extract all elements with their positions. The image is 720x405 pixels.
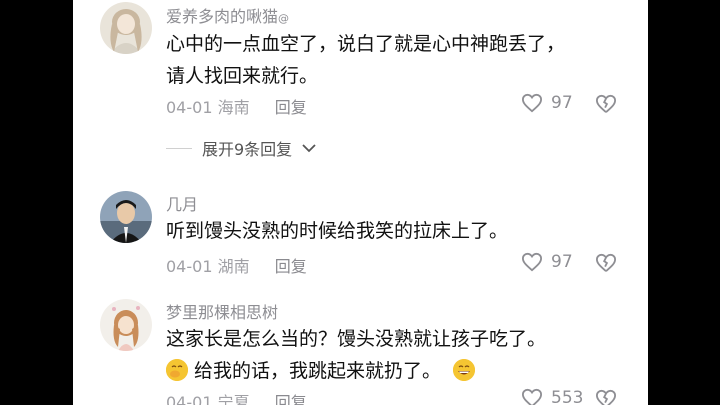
like-button[interactable]: 97 — [521, 93, 573, 113]
like-count: 97 — [551, 252, 573, 272]
comment-line: 请人找回来就行。 — [166, 65, 319, 87]
comment-text: 这家长是怎么当的？馒头没熟就让孩子吃了。 给我的话，我跳起来就扔了。 — [166, 323, 546, 387]
username[interactable]: 梦里那棵相思树 — [166, 299, 278, 323]
comment-line: 心中的一点血空了，说白了就是心中神跑丢了， — [166, 33, 566, 55]
badge: @ — [278, 12, 290, 25]
heart-outline-icon — [521, 388, 543, 405]
comment-text: 听到馒头没熟的时候给我笑的拉床上了。 — [166, 215, 508, 247]
broken-heart-icon — [595, 253, 617, 272]
avatar[interactable] — [100, 191, 152, 243]
comment-meta: 04-01 海南 回复 — [166, 94, 307, 118]
hand-over-mouth-emoji — [166, 359, 188, 381]
expand-replies-label: 展开9条回复 — [202, 140, 293, 159]
avatar[interactable] — [100, 299, 152, 351]
heart-outline-icon — [521, 93, 543, 113]
like-button[interactable]: 553 — [521, 388, 583, 405]
like-button[interactable]: 97 — [521, 252, 573, 272]
divider-line — [166, 147, 192, 149]
comment-location: 湖南 — [217, 257, 250, 276]
reply-button[interactable]: 回复 — [275, 257, 307, 276]
comment-meta: 04-01 湖南 回复 — [166, 253, 307, 277]
comment-panel: 爱养多肉的啾猫@ 心中的一点血空了，说白了就是心中神跑丢了， 请人找回来就行。 … — [73, 0, 648, 405]
username[interactable]: 几月 — [166, 191, 198, 215]
like-count: 97 — [551, 93, 573, 113]
comment-date: 04-01 — [166, 257, 213, 276]
comment-location: 海南 — [217, 98, 250, 117]
comment-location: 宁夏 — [217, 393, 250, 405]
reply-button[interactable]: 回复 — [275, 393, 307, 405]
comment-meta: 04-01 宁夏 回复 — [166, 389, 307, 405]
username[interactable]: 爱养多肉的啾猫@ — [166, 3, 289, 27]
dislike-button[interactable] — [595, 94, 617, 118]
expand-replies-button[interactable]: 展开9条回复 — [166, 136, 316, 160]
broken-heart-icon — [595, 389, 617, 405]
comment-date: 04-01 — [166, 98, 213, 117]
dislike-button[interactable] — [595, 253, 617, 277]
comment-line: 给我的话，我跳起来就扔了。 — [166, 355, 546, 387]
reply-button[interactable]: 回复 — [275, 98, 307, 117]
grinning-emoji — [453, 359, 476, 381]
like-count: 553 — [551, 388, 584, 405]
avatar[interactable] — [100, 2, 152, 54]
comment-text: 心中的一点血空了，说白了就是心中神跑丢了， 请人找回来就行。 — [166, 28, 565, 92]
dislike-button[interactable] — [595, 389, 617, 405]
broken-heart-icon — [595, 94, 617, 113]
chevron-down-icon — [302, 144, 316, 153]
comment-line: 这家长是怎么当的？馒头没熟就让孩子吃了。 — [166, 328, 547, 350]
comment-date: 04-01 — [166, 393, 213, 405]
comment-line: 听到馒头没熟的时候给我笑的拉床上了。 — [166, 220, 509, 242]
heart-outline-icon — [521, 252, 543, 272]
